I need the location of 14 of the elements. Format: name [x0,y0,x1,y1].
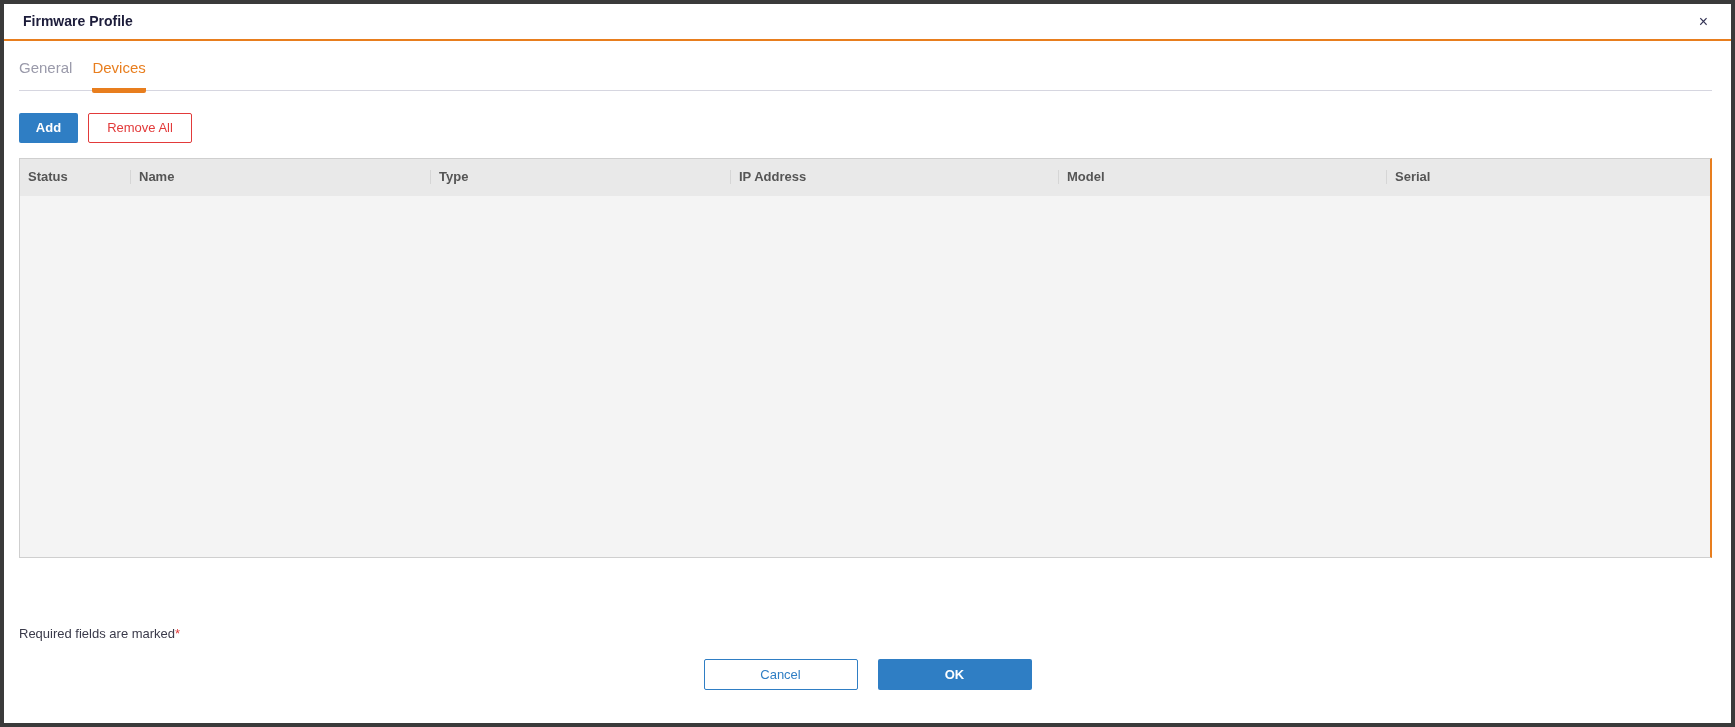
required-fields-note: Required fields are marked [19,625,176,641]
window-title: Firmware Profile [23,12,133,31]
close-button[interactable]: × [1694,9,1712,34]
column-header[interactable]: Type [439,167,469,187]
column-header[interactable]: Status [28,167,68,187]
column-header[interactable]: Name [139,167,175,187]
add-button[interactable]: Add [19,112,78,143]
column-header[interactable]: IP Address [739,167,807,187]
cancel-button[interactable]: Cancel [703,659,858,690]
required-asterisk: * [175,625,181,641]
column-header[interactable]: Serial [1395,167,1431,187]
column-header[interactable]: Model [1067,167,1105,187]
ok-button[interactable]: OK [877,659,1032,690]
remove-all-button[interactable]: Remove All [88,112,192,143]
